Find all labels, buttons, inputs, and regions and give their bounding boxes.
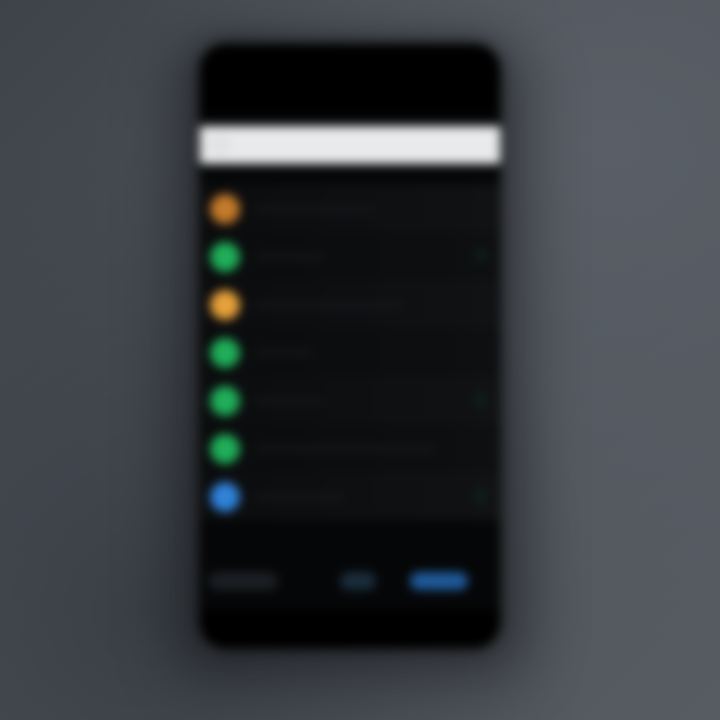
list-item[interactable] [200, 184, 500, 232]
green-circle-icon [210, 338, 240, 368]
blue-circle-icon [210, 482, 240, 512]
search-input[interactable] [200, 126, 500, 164]
list-item[interactable] [200, 232, 500, 280]
list-item-text-blur [254, 446, 434, 452]
list-item[interactable] [200, 376, 500, 424]
top-app-bar [200, 44, 500, 114]
list-item-text-blur [254, 254, 324, 260]
status-dot-icon [476, 250, 486, 260]
list-item-text-blur [254, 398, 324, 404]
search-icon [212, 137, 228, 153]
status-dot-icon [476, 490, 486, 500]
list-item[interactable] [200, 328, 500, 376]
left-action-button[interactable] [208, 572, 278, 590]
status-dot-icon [476, 394, 486, 404]
bottom-actions [200, 564, 500, 604]
green-circle-icon [210, 242, 240, 272]
list-item-text-blur [254, 302, 404, 308]
phone-screen [200, 44, 500, 648]
list-item-text-blur [254, 494, 344, 500]
list-item[interactable] [200, 280, 500, 328]
list-item-text-blur [254, 350, 314, 356]
list-item-text-blur [254, 206, 374, 212]
orange-circle-icon [210, 194, 240, 224]
green-circle-icon [210, 386, 240, 416]
orange-circle-icon [210, 290, 240, 320]
middle-action-button[interactable] [340, 572, 376, 590]
right-action-button[interactable] [410, 572, 468, 590]
list-item[interactable] [200, 472, 500, 520]
app-list [200, 184, 500, 520]
list-item[interactable] [200, 424, 500, 472]
green-circle-icon [210, 434, 240, 464]
bottom-nav [200, 610, 500, 648]
